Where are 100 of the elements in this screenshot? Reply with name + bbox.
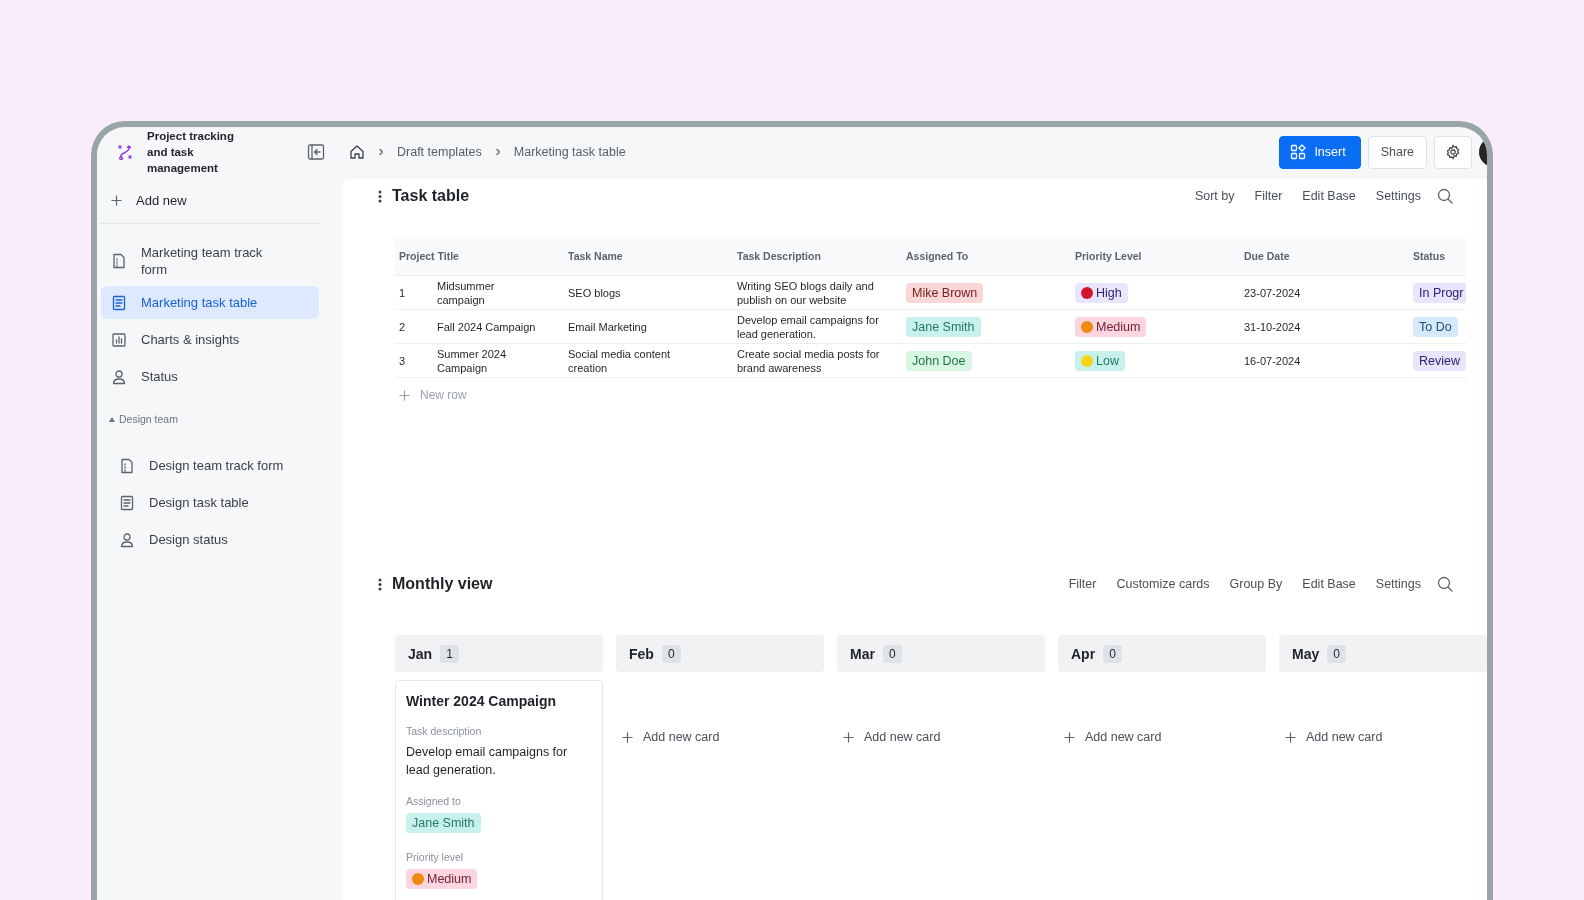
sidebar-item[interactable]: Design team track form <box>101 449 319 482</box>
share-button[interactable]: Share <box>1367 135 1427 169</box>
caret-icon <box>109 416 115 422</box>
table-cell-text: Writing SEO blogs daily and publish on our website <box>737 278 875 307</box>
task-card[interactable]: Winter 2024 Campaign Task description Develop email campaigns for lead generation. Assigned to Jane Smith Priority level Medium <box>395 680 603 900</box>
toolbar-button[interactable]: Settings <box>1365 189 1431 203</box>
status-tag: To Do <box>1413 316 1458 337</box>
chart-icon <box>111 331 127 348</box>
column-header[interactable]: Task Name <box>564 237 733 276</box>
table-cell-text: Create social media posts for brand awareness <box>737 346 881 375</box>
table-cell-text: Summer 2024 Campaign <box>437 346 508 375</box>
month-name: Mar <box>850 645 875 662</box>
breadcrumb-link[interactable]: Draft templates <box>397 145 482 159</box>
sidebar-item[interactable]: Charts & insights <box>101 323 319 356</box>
table-cell: Email Marketing <box>568 319 647 334</box>
toolbar-button[interactable]: Filter <box>1244 189 1293 203</box>
plus-icon <box>1285 731 1296 743</box>
add-card-button[interactable]: Add new card <box>1064 730 1266 744</box>
route-icon <box>117 144 133 160</box>
status-tag: In Progr <box>1413 282 1466 303</box>
plus-icon <box>843 731 854 743</box>
toolbar-button[interactable]: Sort by <box>1184 189 1245 203</box>
add-card-button[interactable]: Add new card <box>843 730 1045 744</box>
table-cell: 23-07-2024 <box>1244 285 1301 300</box>
field-label: Assigned to <box>406 795 462 807</box>
toolbar-button[interactable]: Customize cards <box>1106 577 1220 591</box>
add-card-button[interactable]: Add new card <box>1285 730 1487 744</box>
priority-tag: Low <box>1075 350 1125 371</box>
column-header[interactable]: Task Description <box>733 237 902 276</box>
card-title: Winter 2024 Campaign <box>406 693 558 709</box>
assignee-tag: Jane Smith <box>906 316 981 337</box>
grid-icon <box>1290 144 1307 160</box>
section-title: Task table <box>392 187 470 205</box>
status-tag: Review <box>1413 350 1466 371</box>
more-options-icon <box>378 189 382 203</box>
document-icon <box>111 294 127 311</box>
form-icon <box>111 253 127 269</box>
group-header[interactable]: Design team <box>99 395 339 447</box>
more-options-icon <box>378 577 382 591</box>
field-label: Priority level <box>406 851 465 863</box>
search-icon <box>1437 576 1453 592</box>
toolbar-button[interactable]: Filter <box>1058 577 1107 591</box>
form-icon <box>119 457 135 474</box>
count-badge: 0 <box>1103 644 1122 663</box>
person-icon <box>111 368 127 385</box>
plus-icon <box>399 389 410 401</box>
app-title: Project tracking and task management <box>147 129 235 176</box>
plus-icon <box>1064 731 1075 743</box>
count-badge: 0 <box>1327 644 1346 663</box>
count-badge: 1 <box>440 644 459 663</box>
assignee-tag: Jane Smith <box>406 813 481 833</box>
month-name: Apr <box>1071 645 1096 662</box>
month-name: Feb <box>629 645 654 662</box>
column-header[interactable]: Status <box>1409 237 1466 276</box>
month-name: May <box>1292 645 1320 662</box>
table-cell-text: Social media content creation <box>568 346 672 375</box>
home-icon <box>349 144 365 160</box>
sidebar-item[interactable]: Design status <box>101 523 319 556</box>
toolbar-button[interactable]: Settings <box>1365 577 1431 591</box>
person-icon <box>119 531 135 548</box>
gear-icon <box>1445 144 1461 160</box>
chevron-icon <box>377 148 385 156</box>
column-header[interactable]: Project Title <box>395 237 564 276</box>
count-badge: 0 <box>882 644 902 663</box>
plus-icon <box>111 194 122 206</box>
insert-button[interactable]: Insert <box>1279 135 1361 169</box>
assignee-tag: John Doe <box>906 350 972 371</box>
collapse-sidebar-icon <box>307 143 325 161</box>
column-header[interactable]: Assigned To <box>902 237 1071 276</box>
toolbar-button[interactable]: Group By <box>1219 577 1293 591</box>
add-card-button[interactable]: Add new card <box>622 730 824 744</box>
assignee-tag: Mike Brown <box>906 282 984 303</box>
chevron-icon <box>493 148 502 156</box>
priority-tag: High <box>1075 282 1128 303</box>
table-cell: Fall 2024 Campaign <box>437 319 536 334</box>
toolbar-button[interactable]: Edit Base <box>1292 577 1366 591</box>
table-cell: 2 <box>399 319 406 334</box>
priority-tag: Medium <box>406 869 478 889</box>
count-badge: 0 <box>661 644 681 663</box>
sidebar-item[interactable]: Design task table <box>101 486 319 519</box>
document-icon <box>119 494 135 511</box>
breadcrumb-link[interactable]: Marketing task table <box>513 145 626 159</box>
table-cell: SEO blogs <box>568 285 621 300</box>
field-label: Task description <box>406 725 483 737</box>
priority-tag: Medium <box>1075 316 1147 337</box>
month-name: Jan <box>408 645 433 662</box>
column-header[interactable]: Due Date <box>1240 237 1409 276</box>
sidebar-item[interactable]: Status <box>101 360 319 393</box>
plus-icon <box>622 731 633 743</box>
sidebar-item[interactable]: Marketing team track form <box>101 240 319 282</box>
table-cell-text: Develop email campaigns for lead generation. <box>737 312 880 341</box>
search-icon <box>1437 188 1453 204</box>
toolbar-button[interactable]: Edit Base <box>1292 189 1366 203</box>
settings-button[interactable] <box>1434 135 1472 169</box>
add-new-button[interactable]: Add new <box>99 177 321 224</box>
sidebar-item[interactable]: Marketing task table <box>101 286 319 319</box>
field-value: Develop email campaigns for lead generation. <box>406 744 569 779</box>
table-cell: 31-10-2024 <box>1244 319 1301 334</box>
table-cell-text: Midsummer campaign <box>437 278 496 307</box>
column-header[interactable]: Priority Level <box>1071 237 1240 276</box>
